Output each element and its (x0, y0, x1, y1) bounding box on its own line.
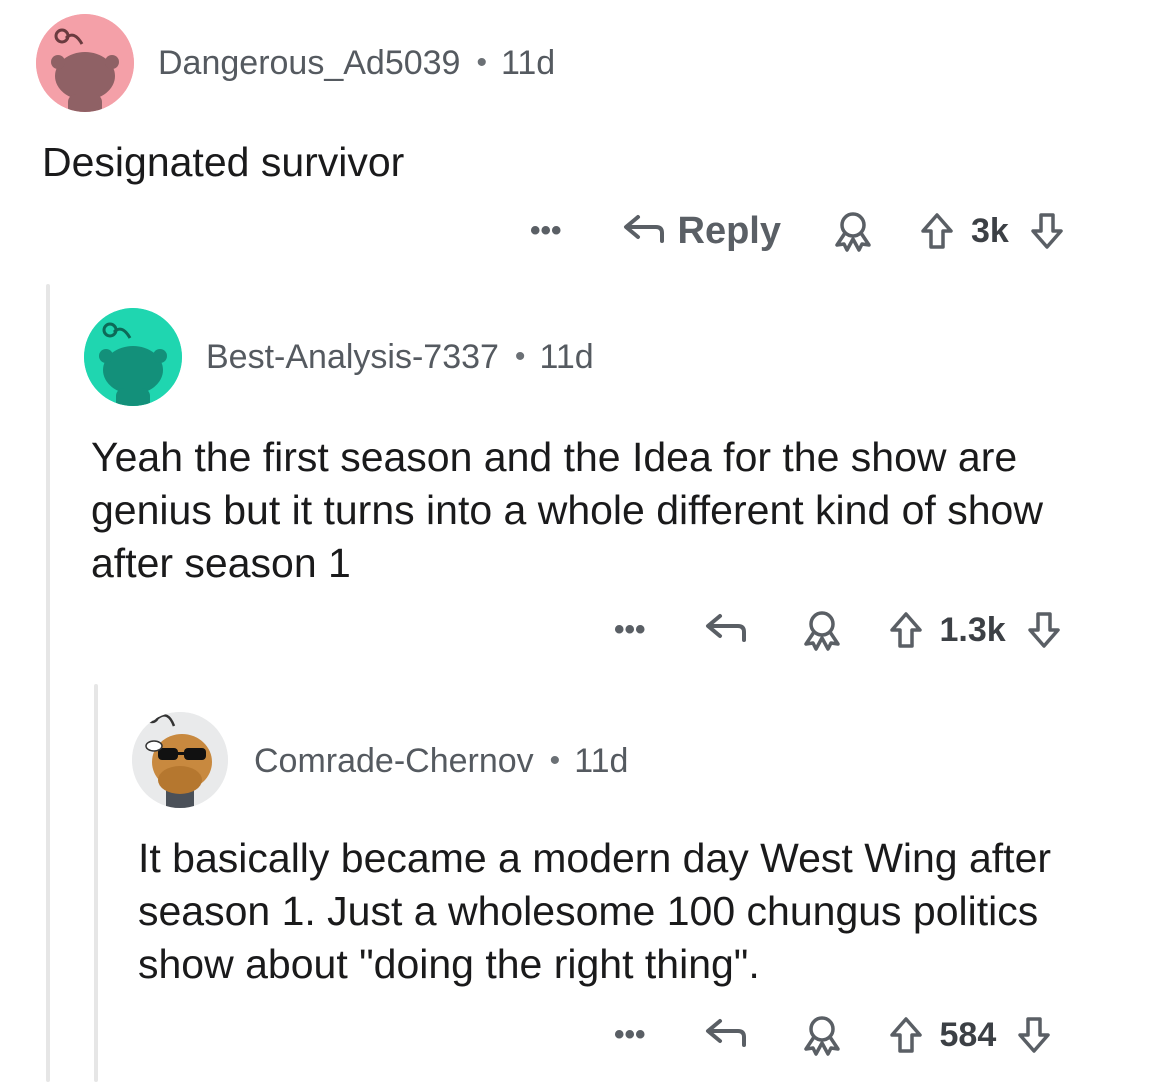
downvote-arrow-icon[interactable] (1026, 610, 1062, 650)
meta-separator: • (514, 340, 526, 373)
user-avatar[interactable] (84, 308, 182, 406)
reply-arrow-icon[interactable] (700, 610, 754, 650)
upvote-arrow-icon[interactable] (888, 610, 924, 650)
comment-body: Designated survivor (42, 139, 405, 185)
comment-meta: Comrade-Chernov • 11d (254, 741, 628, 781)
username-link[interactable]: Comrade-Chernov (254, 742, 534, 780)
reply-arrow-icon[interactable] (618, 211, 672, 251)
award-icon[interactable] (800, 1013, 844, 1057)
award-icon[interactable] (800, 608, 844, 652)
username-link[interactable]: Dangerous_Ad5039 (158, 44, 460, 82)
snoo-avatar-icon (132, 712, 228, 808)
comment-age: 11d (539, 338, 594, 376)
comment-meta: Best-Analysis-7337 • 11d (206, 337, 594, 377)
upvote-arrow-icon[interactable] (919, 211, 955, 251)
downvote-arrow-icon[interactable] (1016, 1015, 1052, 1055)
user-avatar[interactable] (36, 14, 134, 112)
vote-count: 3k (971, 212, 1009, 250)
comment-actions: ••• 584 (614, 1010, 1052, 1060)
meta-separator: • (476, 46, 487, 79)
thread-line-level-1[interactable] (46, 284, 50, 1082)
vote-count: 584 (939, 1016, 997, 1054)
reply-arrow-icon[interactable] (700, 1015, 754, 1055)
upvote-arrow-icon[interactable] (888, 1015, 924, 1055)
comment-actions: ••• Reply 3k (530, 206, 1065, 256)
reply-button[interactable]: Reply (678, 206, 781, 256)
comment-actions: ••• 1.3k (614, 605, 1062, 655)
comment-meta: Dangerous_Ad5039 • 11d (158, 43, 555, 83)
snoo-avatar-icon (84, 308, 182, 406)
more-options-button[interactable]: ••• (614, 1010, 646, 1060)
user-avatar[interactable] (132, 712, 228, 808)
meta-separator: • (549, 744, 561, 777)
comment-body: Yeah the first season and the Idea for t… (91, 434, 1043, 586)
thread-line-level-2[interactable] (94, 684, 98, 1082)
award-icon[interactable] (831, 209, 875, 253)
comment-body: It basically became a modern day West Wi… (138, 835, 1052, 987)
downvote-arrow-icon[interactable] (1029, 211, 1065, 251)
vote-count: 1.3k (939, 611, 1006, 649)
more-options-button[interactable]: ••• (530, 206, 562, 256)
snoo-avatar-icon (36, 14, 134, 112)
comment-age: 11d (574, 742, 629, 780)
comment-age: 11d (500, 44, 556, 82)
more-options-button[interactable]: ••• (614, 605, 646, 655)
username-link[interactable]: Best-Analysis-7337 (206, 338, 499, 376)
